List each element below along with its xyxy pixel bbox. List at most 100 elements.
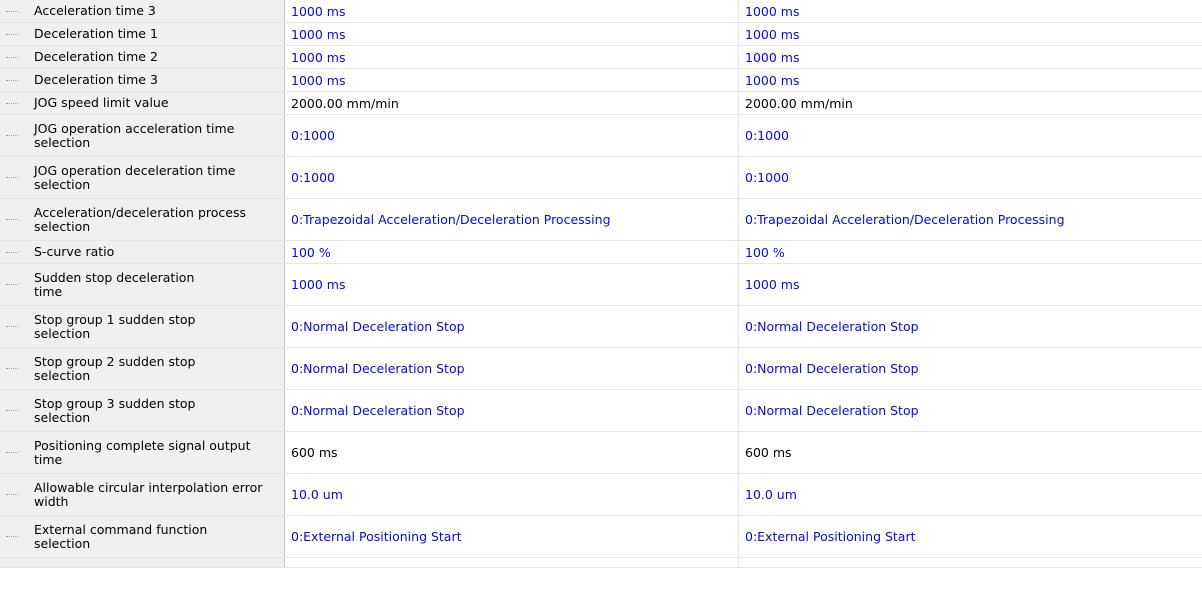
tree-connector-icon — [0, 199, 20, 240]
axis2-value[interactable]: 0:1000 — [739, 115, 1202, 156]
axis1-value[interactable]: 0:External Positioning Start — [285, 516, 739, 557]
table-row[interactable]: Deceleration time 1 1000 ms 1000 ms — [0, 23, 1202, 46]
parameter-name-cell: JOG speed limit value — [0, 92, 285, 114]
axis2-value[interactable]: 0:Normal Deceleration Stop — [739, 390, 1202, 431]
axis2-value[interactable]: 1000 ms — [739, 46, 1202, 68]
parameter-label: External command function selection — [34, 521, 208, 551]
table-row[interactable]: Deceleration time 2 1000 ms 1000 ms — [0, 46, 1202, 69]
axis1-value[interactable]: 1000 ms — [285, 69, 739, 91]
axis1-value[interactable]: 0:Normal Deceleration Stop — [285, 306, 739, 347]
tree-connector-icon — [0, 115, 20, 156]
axis1-value[interactable] — [285, 558, 739, 567]
axis2-value[interactable]: 2000.00 mm/min — [739, 92, 1202, 114]
table-row[interactable]: Deceleration time 3 1000 ms 1000 ms — [0, 69, 1202, 92]
parameter-name-cell — [0, 558, 285, 567]
table-row[interactable]: JOG operation acceleration time selectio… — [0, 115, 1202, 157]
axis2-value[interactable]: 100 % — [739, 241, 1202, 263]
parameter-label: Allowable circular interpolation error w… — [34, 479, 263, 509]
axis1-value[interactable]: 1000 ms — [285, 264, 739, 305]
parameter-label: Stop group 3 sudden stop selection — [34, 395, 196, 425]
parameter-name-cell: Deceleration time 2 — [0, 46, 285, 68]
tree-connector-icon — [0, 474, 20, 515]
table-row[interactable]: Stop group 2 sudden stop selection 0:Nor… — [0, 348, 1202, 390]
axis2-value[interactable]: 0:1000 — [739, 157, 1202, 198]
axis1-value[interactable]: 0:1000 — [285, 115, 739, 156]
axis2-value[interactable]: 1000 ms — [739, 0, 1202, 22]
tree-connector-icon — [0, 69, 20, 91]
axis1-value[interactable]: 1000 ms — [285, 23, 739, 45]
parameter-name-cell: Positioning complete signal output time — [0, 432, 285, 473]
parameter-label: JOG speed limit value — [34, 95, 169, 110]
tree-connector-icon — [0, 241, 20, 263]
axis1-value[interactable]: 0:Trapezoidal Acceleration/Deceleration … — [285, 199, 739, 240]
parameter-name-cell: Stop group 3 sudden stop selection — [0, 390, 285, 431]
table-row[interactable]: Stop group 1 sudden stop selection 0:Nor… — [0, 306, 1202, 348]
parameter-name-cell: Allowable circular interpolation error w… — [0, 474, 285, 515]
tree-connector-icon — [0, 264, 20, 305]
axis1-value[interactable]: 1000 ms — [285, 0, 739, 22]
table-row[interactable]: JOG speed limit value 2000.00 mm/min 200… — [0, 92, 1202, 115]
parameter-grid: Acceleration time 3 1000 ms 1000 ms Dece… — [0, 0, 1202, 568]
tree-connector-icon — [0, 306, 20, 347]
axis1-value[interactable]: 0:1000 — [285, 157, 739, 198]
parameter-name-cell: S-curve ratio — [0, 241, 285, 263]
table-row[interactable]: S-curve ratio 100 % 100 % — [0, 241, 1202, 264]
parameter-label: Sudden stop deceleration time — [34, 269, 195, 299]
parameter-label: JOG operation deceleration time selectio… — [34, 162, 236, 192]
table-row-partial[interactable] — [0, 558, 1202, 568]
axis2-value[interactable]: 10.0 um — [739, 474, 1202, 515]
axis2-value[interactable]: 0:Normal Deceleration Stop — [739, 306, 1202, 347]
tree-connector-icon — [0, 516, 20, 557]
axis1-value[interactable]: 600 ms — [285, 432, 739, 473]
parameter-name-cell: Stop group 2 sudden stop selection — [0, 348, 285, 389]
axis1-value[interactable]: 0:Normal Deceleration Stop — [285, 390, 739, 431]
parameter-label: Acceleration/deceleration process select… — [34, 204, 246, 234]
axis1-value[interactable]: 0:Normal Deceleration Stop — [285, 348, 739, 389]
tree-connector-icon — [0, 348, 20, 389]
axis1-value[interactable]: 1000 ms — [285, 46, 739, 68]
axis2-value[interactable]: 0:Normal Deceleration Stop — [739, 348, 1202, 389]
parameter-label: S-curve ratio — [34, 244, 115, 259]
parameter-label: JOG operation acceleration time selectio… — [34, 120, 235, 150]
tree-connector-icon — [0, 0, 20, 22]
table-row[interactable]: Stop group 3 sudden stop selection 0:Nor… — [0, 390, 1202, 432]
parameter-label: Deceleration time 1 — [34, 26, 158, 41]
parameter-name-cell: Deceleration time 1 — [0, 23, 285, 45]
tree-connector-icon — [0, 46, 20, 68]
axis1-value[interactable]: 100 % — [285, 241, 739, 263]
parameter-label: Deceleration time 2 — [34, 49, 158, 64]
table-row[interactable]: Acceleration time 3 1000 ms 1000 ms — [0, 0, 1202, 23]
table-row[interactable]: JOG operation deceleration time selectio… — [0, 157, 1202, 199]
parameter-name-cell: JOG operation deceleration time selectio… — [0, 157, 285, 198]
axis2-value[interactable]: 600 ms — [739, 432, 1202, 473]
axis2-value[interactable]: 1000 ms — [739, 23, 1202, 45]
axis2-value[interactable]: 0:External Positioning Start — [739, 516, 1202, 557]
tree-connector-icon — [0, 157, 20, 198]
parameter-label: Positioning complete signal output time — [34, 437, 251, 467]
axis2-value[interactable]: 1000 ms — [739, 264, 1202, 305]
tree-connector-icon — [0, 432, 20, 473]
parameter-name-cell: JOG operation acceleration time selectio… — [0, 115, 285, 156]
axis2-value[interactable]: 0:Trapezoidal Acceleration/Deceleration … — [739, 199, 1202, 240]
table-row[interactable]: Allowable circular interpolation error w… — [0, 474, 1202, 516]
tree-connector-icon — [0, 92, 20, 114]
axis2-value[interactable]: 1000 ms — [739, 69, 1202, 91]
axis1-value[interactable]: 2000.00 mm/min — [285, 92, 739, 114]
axis1-value[interactable]: 10.0 um — [285, 474, 739, 515]
parameter-name-cell: Acceleration/deceleration process select… — [0, 199, 285, 240]
table-row[interactable]: Acceleration/deceleration process select… — [0, 199, 1202, 241]
axis2-value[interactable] — [739, 558, 1202, 567]
parameter-name-cell: Deceleration time 3 — [0, 69, 285, 91]
parameter-name-cell: Acceleration time 3 — [0, 0, 285, 22]
table-row[interactable]: Positioning complete signal output time … — [0, 432, 1202, 474]
parameter-label: Stop group 2 sudden stop selection — [34, 353, 196, 383]
parameter-name-cell: Stop group 1 sudden stop selection — [0, 306, 285, 347]
parameter-label: Deceleration time 3 — [34, 72, 158, 87]
table-row[interactable]: Sudden stop deceleration time 1000 ms 10… — [0, 264, 1202, 306]
parameter-name-cell: External command function selection — [0, 516, 285, 557]
table-row[interactable]: External command function selection 0:Ex… — [0, 516, 1202, 558]
tree-connector-icon — [0, 390, 20, 431]
parameter-label: Stop group 1 sudden stop selection — [34, 311, 196, 341]
tree-connector-icon — [0, 23, 20, 45]
parameter-label: Acceleration time 3 — [34, 3, 156, 18]
